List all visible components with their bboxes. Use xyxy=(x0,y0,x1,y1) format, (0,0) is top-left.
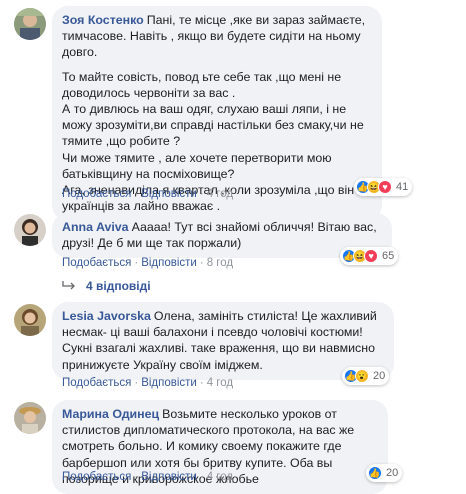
comment-author[interactable]: Lesia Javorska xyxy=(62,309,151,323)
avatar-photo xyxy=(14,304,46,336)
replies-count[interactable]: 4 відповіді xyxy=(86,279,151,293)
avatar[interactable] xyxy=(14,8,46,40)
reaction-count: 41 xyxy=(396,181,409,193)
timestamp[interactable]: 8 год xyxy=(207,257,233,269)
reaction-summary[interactable]: 👍 20 xyxy=(366,464,403,482)
like-button[interactable]: Подобається xyxy=(62,471,131,483)
view-replies-link[interactable]: 4 відповіді xyxy=(62,279,151,293)
reply-button[interactable]: Відповісти xyxy=(141,471,197,483)
reaction-summary[interactable]: 👍 😆 ♥ 41 xyxy=(354,178,413,196)
reaction-summary[interactable]: 👍 😮 20 xyxy=(342,367,390,385)
reply-arrow-icon xyxy=(62,279,76,293)
reaction-count: 65 xyxy=(382,250,395,262)
reaction-count: 20 xyxy=(386,467,399,479)
timestamp[interactable]: 4 год xyxy=(207,188,233,200)
wow-reaction-icon: 😮 xyxy=(355,369,369,383)
love-reaction-icon: ♥ xyxy=(364,249,378,263)
timestamp[interactable]: 4 год xyxy=(207,471,233,483)
comment-actions: Подобається · Відповісти · 4 год xyxy=(62,377,234,389)
comment-author[interactable]: Марина Одинец xyxy=(62,407,159,421)
avatar-photo xyxy=(14,402,46,434)
reaction-count: 20 xyxy=(373,370,386,382)
like-button[interactable]: Подобається xyxy=(62,377,131,389)
avatar[interactable] xyxy=(14,214,46,246)
avatar-photo xyxy=(14,214,46,246)
comment-actions: Подобається · Відповісти · 4 год xyxy=(62,188,234,200)
avatar-photo xyxy=(14,8,46,40)
comment-actions: Подобається · Відповісти · 4 год xyxy=(62,471,234,483)
comment-actions: Подобається · Відповісти · 8 год xyxy=(62,257,234,269)
like-reaction-icon: 👍 xyxy=(368,466,382,480)
like-button[interactable]: Подобається xyxy=(62,257,131,269)
comment-bubble: Lesia Javorska Олена, замініть стиліста! … xyxy=(52,302,394,380)
love-reaction-icon: ♥ xyxy=(378,180,392,194)
comment-text: А то дивлюсь на ваш одяг, слухаю ваші ля… xyxy=(62,102,364,149)
like-button[interactable]: Подобається xyxy=(62,188,131,200)
comment-author[interactable]: Зоя Костенко xyxy=(62,13,144,27)
comment-text: Чи може тямите , але хочете перетворити … xyxy=(62,150,332,181)
avatar[interactable] xyxy=(14,304,46,336)
comment-author[interactable]: Anna Aviva xyxy=(62,220,129,234)
comment-text: То майте совість, повод ьте себе так ,що… xyxy=(62,69,342,100)
reply-button[interactable]: Відповісти xyxy=(141,377,197,389)
reply-button[interactable]: Відповісти xyxy=(141,257,197,269)
timestamp[interactable]: 4 год xyxy=(207,377,233,389)
reaction-summary[interactable]: 👍 😆 ♥ 65 xyxy=(340,247,399,265)
avatar[interactable] xyxy=(14,402,46,434)
reply-button[interactable]: Відповісти xyxy=(141,188,197,200)
